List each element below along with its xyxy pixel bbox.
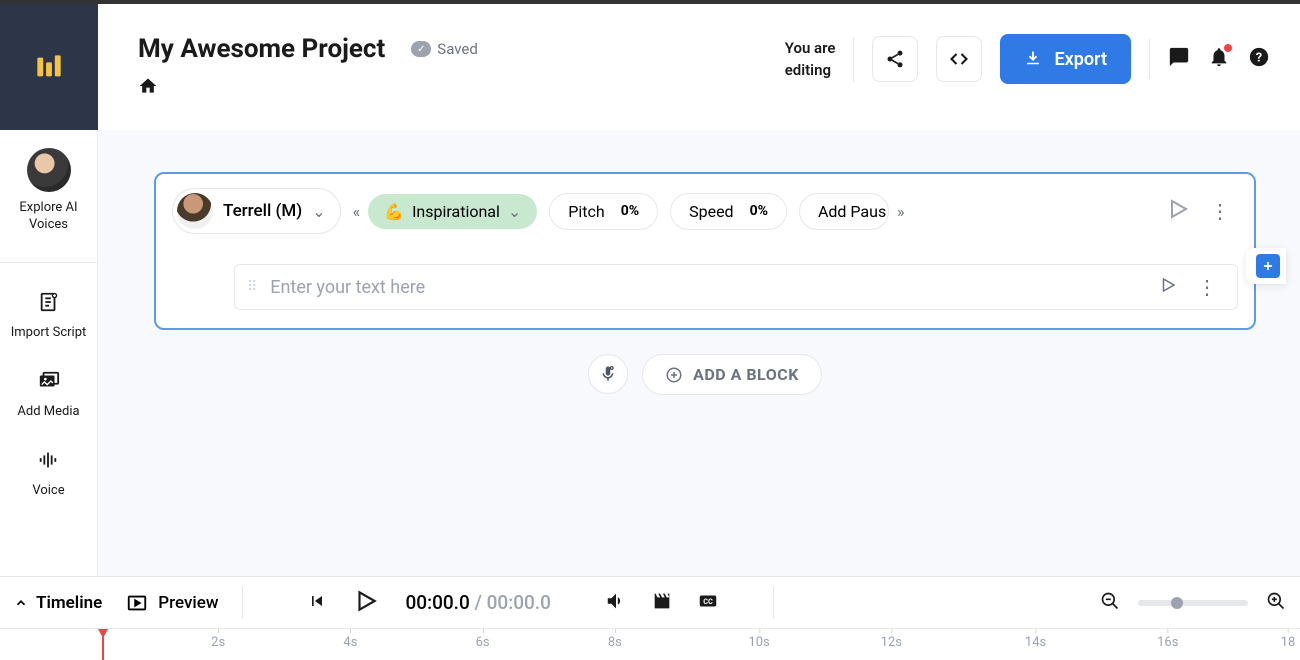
add-pause-button[interactable]: Add Paus [799,193,889,230]
sidebar-add-media[interactable]: Add Media [13,370,83,421]
embed-button[interactable] [936,36,982,82]
zoom-in-button[interactable] [1266,591,1286,615]
media-icon [38,370,60,396]
document-plus-icon [38,291,60,317]
zoom-slider[interactable] [1138,600,1248,606]
volume-button[interactable] [605,590,627,616]
play-row-button[interactable] [1159,276,1177,298]
add-block-button[interactable]: ADD A BLOCK [642,354,822,395]
project-title[interactable]: My Awesome Project [138,34,385,64]
check-cloud-icon: ✓ [411,41,431,57]
home-button[interactable] [138,76,478,100]
chevron-down-icon: ⌄ [312,202,325,221]
help-icon[interactable]: ? [1248,46,1270,72]
chevron-down-icon: ⌄ [508,202,521,221]
preview-button[interactable]: Preview [126,592,218,614]
play-block-button[interactable] [1166,197,1190,225]
editing-status: You are editing [785,37,855,82]
sidebar-import-script[interactable]: Import Script [7,291,91,342]
voice-selector[interactable]: Terrell (M) ⌄ [172,188,341,234]
text-input-row: ⠿ ⋮ [234,264,1238,310]
avatar-icon [27,148,71,192]
notifications-icon[interactable] [1208,46,1230,72]
svg-text:?: ? [1256,51,1262,66]
sidebar-explore-voices[interactable]: Explore AI Voices [0,148,97,234]
voice-wave-icon [37,449,59,475]
clapper-button[interactable] [651,590,673,616]
zoom-out-button[interactable] [1100,591,1120,615]
plus-icon [1256,254,1280,278]
chat-icon[interactable] [1168,46,1190,72]
timeline-ruler[interactable]: 2s 4s 6s 8s 10s 12s 14s 16s 18 [0,628,1300,660]
time-display: 00:00.0 / 00:00.0 [405,591,550,614]
sidebar-voice[interactable]: Voice [28,449,68,500]
share-button[interactable] [872,36,918,82]
collapse-icon[interactable]: « [353,202,357,221]
svg-text:CC: CC [703,596,713,605]
block-more-icon[interactable]: ⋮ [1202,199,1238,223]
saved-status: ✓ Saved [411,40,478,58]
export-button[interactable]: Export [1000,34,1131,84]
pitch-control[interactable]: Pitch 0% [549,193,658,230]
captions-button[interactable]: CC [697,590,719,616]
mic-button[interactable] [588,354,628,394]
play-button[interactable] [353,588,379,618]
text-input[interactable] [270,277,1147,298]
voice-style-selector[interactable]: 💪 Inspirational ⌄ [368,194,537,229]
speed-control[interactable]: Speed 0% [670,193,787,230]
timeline-toggle[interactable]: Timeline [14,593,102,613]
voice-block: Terrell (M) ⌄ « 💪 Inspirational ⌄ Pitch … [154,172,1256,330]
drag-handle-icon[interactable]: ⠿ [247,279,258,295]
row-more-icon[interactable]: ⋮ [1189,275,1225,299]
floating-add-button[interactable] [1246,248,1286,284]
playhead[interactable] [98,629,106,660]
app-logo[interactable] [0,4,98,130]
skip-back-button[interactable] [307,591,327,615]
voice-avatar [177,193,213,229]
expand-icon[interactable]: » [897,202,901,221]
